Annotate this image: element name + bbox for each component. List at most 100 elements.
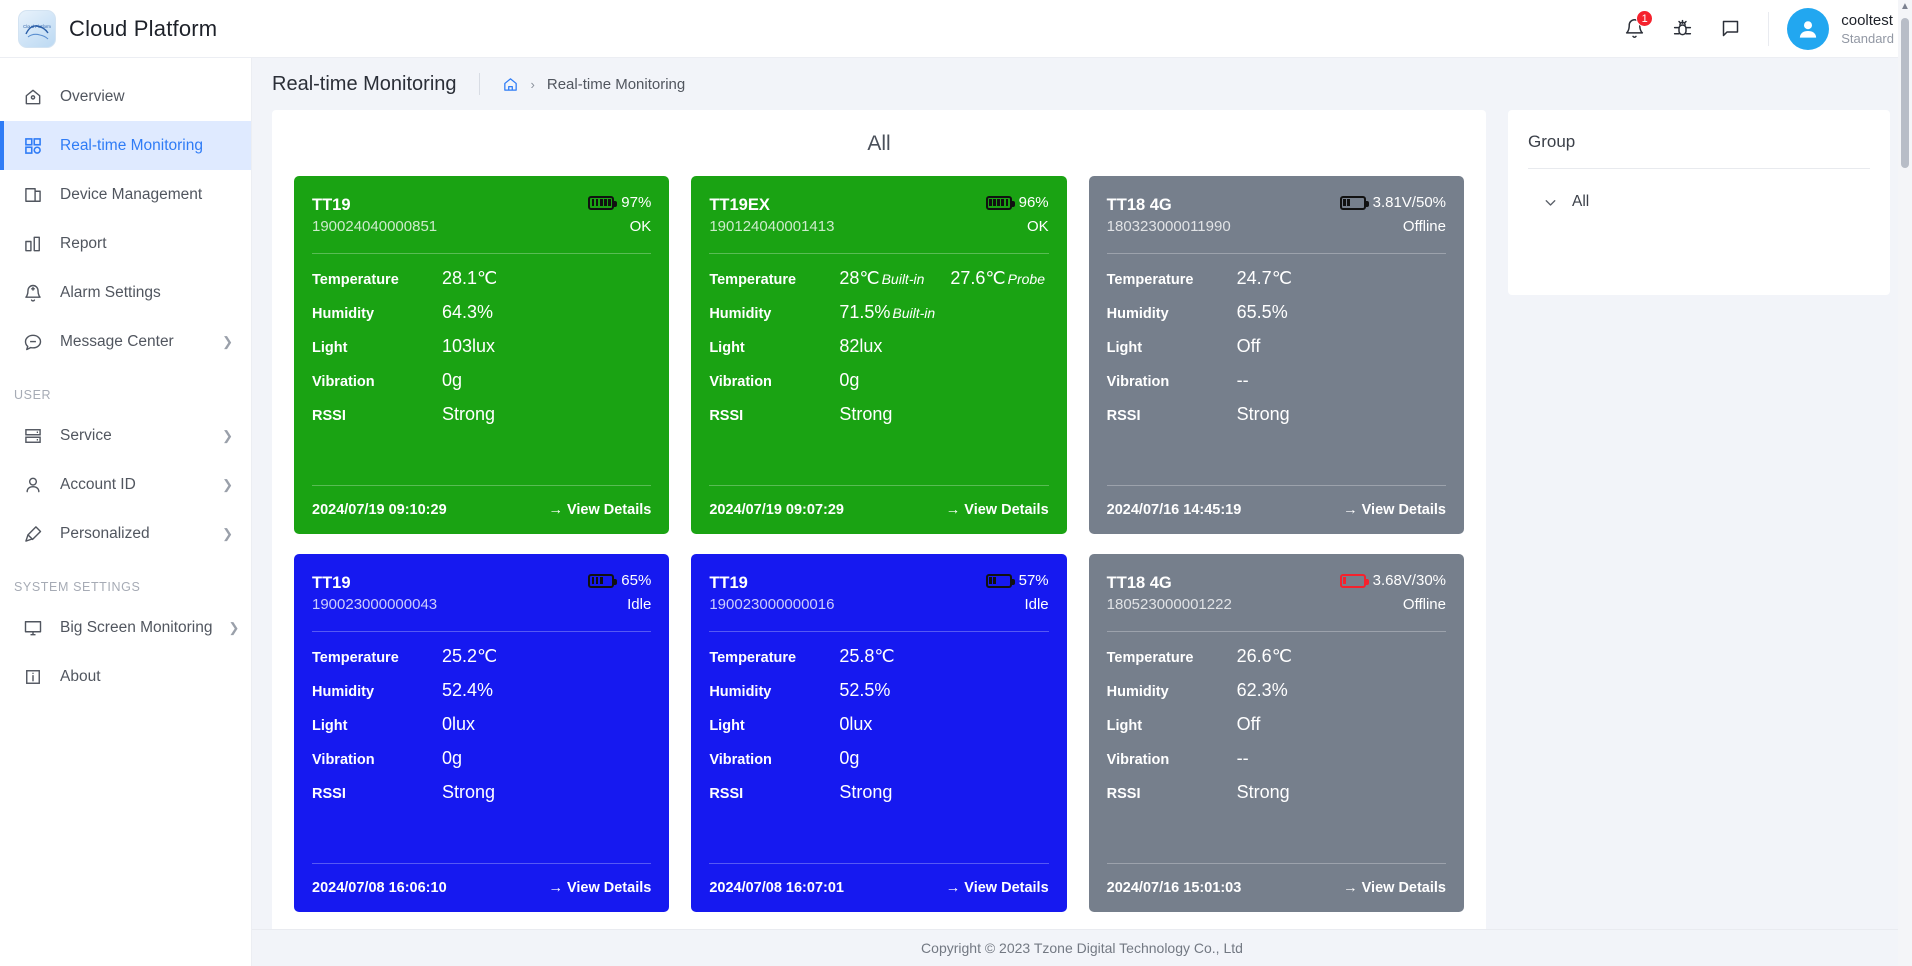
sidebar-item-message-center[interactable]: Message Center ❯ <box>0 317 251 366</box>
avatar <box>1787 7 1830 50</box>
metric-row-rssi: RSSI Strong <box>709 404 1048 438</box>
brand[interactable]: Cloud Platform Cloud Platform <box>0 9 252 48</box>
battery-indicator: 57% <box>985 572 1049 589</box>
page-scrollbar[interactable]: ▲ <box>1898 0 1912 966</box>
sidebar: Overview Real-time Monitoring Device Man… <box>0 58 252 966</box>
scrollbar-thumb[interactable] <box>1901 18 1909 168</box>
battery-indicator: 65% <box>588 572 651 589</box>
last-update-timestamp: 2024/07/16 15:01:03 <box>1106 880 1242 896</box>
scroll-up-arrow-icon[interactable]: ▲ <box>1898 0 1912 14</box>
sidebar-item-overview[interactable]: Overview <box>0 72 251 121</box>
metric-value-rssi: Strong <box>1236 404 1290 424</box>
view-details-link[interactable]: → View Details <box>1343 880 1446 896</box>
view-details-link[interactable]: → View Details <box>548 880 651 896</box>
metric-label-light: Light <box>709 340 745 356</box>
sidebar-item-service[interactable]: Service ❯ <box>0 411 251 460</box>
metric-label-vibration: Vibration <box>709 374 772 390</box>
device-status-block: 96% OK <box>985 194 1049 235</box>
metric-label-temperature: Temperature <box>312 272 399 288</box>
metric-label-humidity: Humidity <box>312 684 375 700</box>
home-icon[interactable] <box>502 76 519 93</box>
sidebar-item-real-time-monitoring[interactable]: Real-time Monitoring <box>0 121 251 170</box>
person-icon <box>22 474 44 496</box>
view-details-link[interactable]: → View Details <box>946 502 1049 518</box>
sidebar-item-alarm-settings[interactable]: Alarm Settings <box>0 268 251 317</box>
device-name: TT18 4G <box>1106 196 1172 214</box>
group-panel-title: Group <box>1528 132 1576 151</box>
device-card[interactable]: TT19 190023000000043 65% Idle Temperature 25.… <box>294 554 670 912</box>
metric-row-humidity: Humidity 71.5% Built-in <box>709 302 1048 336</box>
view-details-link[interactable]: → View Details <box>1343 502 1446 518</box>
device-metrics: Temperature 25.2℃ Humidity 52.4% Light 0lux Vi… <box>312 632 651 863</box>
metric-value-vibration: 0g <box>839 748 860 768</box>
chevron-right-icon: ❯ <box>228 620 240 635</box>
bug-icon[interactable] <box>1658 0 1706 58</box>
chat-message-icon[interactable] <box>1706 0 1754 58</box>
temperature-source-builtin: Built-in <box>881 271 925 287</box>
sidebar-item-personalized[interactable]: Personalized ❯ <box>0 509 251 558</box>
metric-label-temperature: Temperature <box>312 650 399 666</box>
devices-panel-title: All <box>867 132 891 155</box>
battery-level-text: 3.68V/30% <box>1372 572 1446 589</box>
server-icon <box>22 425 44 447</box>
chevron-down-icon[interactable] <box>1542 194 1559 211</box>
breadcrumb: › Real-time Monitoring <box>502 76 685 93</box>
metric-label-rssi: RSSI <box>1106 786 1141 802</box>
sidebar-group-system-label: SYSTEM SETTINGS <box>14 580 141 594</box>
metric-value-light: Off <box>1236 714 1261 734</box>
device-metrics: Temperature 25.8℃ Humidity 52.5% Light 0lux Vi… <box>709 632 1048 863</box>
alarm-bell-icon <box>22 282 44 304</box>
battery-level-text: 3.81V/50% <box>1372 194 1446 211</box>
sidebar-item-about[interactable]: About <box>0 652 251 701</box>
device-card[interactable]: TT19 190023000000016 57% Idle Temperature 25.… <box>691 554 1067 912</box>
app-root: Cloud Platform Cloud Platform 1 cooltest… <box>0 0 1912 966</box>
sidebar-item-label: Personalized <box>60 524 150 542</box>
battery-indicator: 3.68V/30% <box>1339 572 1446 589</box>
user-info: cooltest Standard <box>1841 11 1894 47</box>
device-status-block: 65% Idle <box>588 572 651 613</box>
message-icon <box>22 331 44 353</box>
last-update-timestamp: 2024/07/08 16:07:01 <box>709 880 844 896</box>
metric-row-light: Light 0lux <box>709 714 1048 748</box>
sidebar-item-label: Account ID <box>60 475 136 493</box>
metric-row-temperature: Temperature 28℃ Built-in 27.6℃ Probe <box>709 268 1048 302</box>
device-card[interactable]: TT19EX 190124040001413 96% OK Temperature 28℃… <box>691 176 1067 534</box>
metric-value-rssi: Strong <box>442 782 496 802</box>
notifications-bell-icon[interactable]: 1 <box>1610 0 1658 58</box>
metric-value-rssi: Strong <box>1236 782 1290 802</box>
sidebar-item-report[interactable]: Report <box>0 219 251 268</box>
sidebar-item-account-id[interactable]: Account ID ❯ <box>0 460 251 509</box>
group-tree-item-all[interactable]: All <box>1528 169 1870 211</box>
chart-icon <box>22 233 44 255</box>
view-details-link[interactable]: → View Details <box>548 502 651 518</box>
device-card-header: TT19 190023000000043 65% Idle <box>312 572 651 615</box>
metric-row-rssi: RSSI Strong <box>312 404 651 438</box>
devices-panel: All TT19 190024040000851 97% OK Temperature 2… <box>272 110 1486 966</box>
device-name: TT19 <box>312 574 351 592</box>
home-icon <box>22 86 44 108</box>
metric-row-temperature: Temperature 28.1℃ <box>312 268 651 302</box>
battery-icon <box>1339 573 1369 588</box>
device-card[interactable]: TT18 4G 180323000011990 3.81V/50% Offline Te… <box>1088 176 1464 534</box>
metric-row-humidity: Humidity 65.5% <box>1107 302 1446 336</box>
metric-row-vibration: Vibration 0g <box>709 370 1048 404</box>
view-details-link[interactable]: → View Details <box>946 880 1049 896</box>
device-serial: 190023000000016 <box>709 596 835 613</box>
metric-value-temperature: 26.6℃ <box>1236 646 1292 666</box>
device-card-header: TT19 190023000000016 57% Idle <box>709 572 1048 615</box>
device-card[interactable]: TT19 190024040000851 97% OK Temperature 28.1℃… <box>294 176 670 534</box>
grid-icon <box>22 135 44 157</box>
device-serial: 190124040001413 <box>709 218 835 235</box>
metric-value-humidity: 64.3% <box>442 302 494 322</box>
metric-value-humidity: 52.4% <box>442 680 494 700</box>
sidebar-item-device-management[interactable]: Device Management <box>0 170 251 219</box>
group-tree-item-label: All <box>1572 193 1590 210</box>
app-logo-icon: Cloud Platform <box>18 9 56 48</box>
info-icon <box>22 666 44 688</box>
user-menu[interactable]: cooltest Standard <box>1787 7 1894 50</box>
metric-row-vibration: Vibration 0g <box>312 370 651 404</box>
device-card[interactable]: TT18 4G 180523000001222 3.68V/30% Offline Te… <box>1088 554 1464 912</box>
device-name: TT19EX <box>709 196 770 214</box>
sidebar-item-big-screen-monitoring[interactable]: Big Screen Monitoring ❯ <box>0 603 251 652</box>
device-status-block: 57% Idle <box>985 572 1049 613</box>
